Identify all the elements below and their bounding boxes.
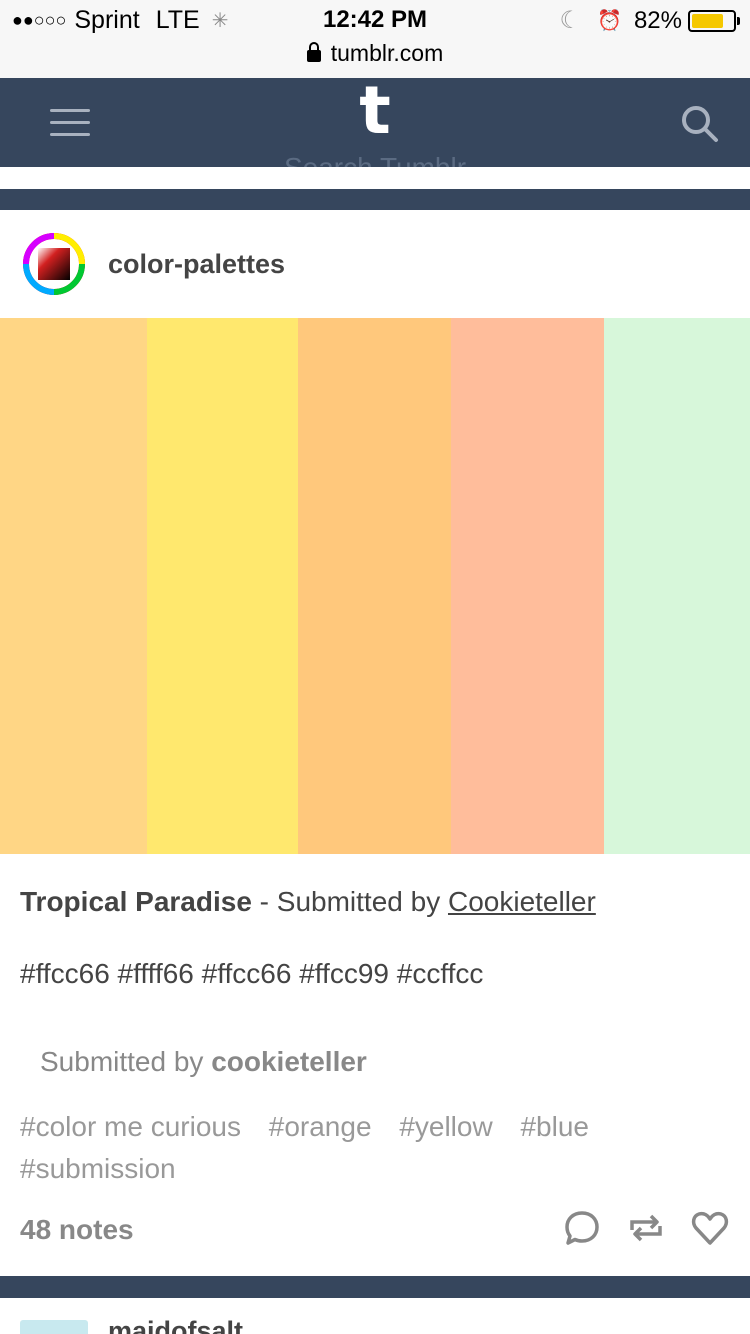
submitter-name[interactable]: cookieteller xyxy=(211,1046,367,1077)
submitter-link[interactable]: Cookieteller xyxy=(448,886,596,917)
heart-icon[interactable] xyxy=(690,1208,730,1248)
battery-level xyxy=(692,13,723,28)
comment-icon[interactable] xyxy=(562,1208,602,1248)
blog-name[interactable]: maidofsalt xyxy=(108,1316,243,1334)
tag-list: #color me curious #orange #yellow #blue … xyxy=(20,1106,720,1190)
tag[interactable]: #orange xyxy=(269,1111,372,1142)
divider xyxy=(0,1276,750,1298)
submission-credit: Submitted by cookieteller xyxy=(40,1046,367,1078)
battery-percent: 82% xyxy=(633,6,682,34)
swatch-3 xyxy=(298,318,451,854)
post-caption: Tropical Paradise - Submitted by Cookiet… xyxy=(20,886,596,918)
post-header: color-palettes xyxy=(20,230,285,298)
post-actions xyxy=(538,1208,730,1248)
palette-title: Tropical Paradise xyxy=(20,886,252,917)
tumblr-header: t Search Tumblr xyxy=(0,78,750,167)
battery-tip xyxy=(737,16,740,25)
alarm-icon: ⏰ xyxy=(597,10,622,32)
spacer xyxy=(0,167,750,189)
tag[interactable]: #blue xyxy=(520,1111,589,1142)
caption-separator: - Submitted by xyxy=(251,886,448,917)
url-text: tumblr.com xyxy=(330,40,444,66)
search-icon[interactable] xyxy=(680,104,720,144)
next-post-card: maidofsalt xyxy=(0,1298,750,1334)
blog-avatar[interactable] xyxy=(20,1320,88,1334)
swatch-2 xyxy=(147,318,298,854)
swatch-1 xyxy=(0,318,147,854)
swatch-4 xyxy=(451,318,604,854)
submitted-prefix: Submitted by xyxy=(40,1046,212,1077)
color-palette-image[interactable] xyxy=(0,318,750,854)
notes-count[interactable]: 48 notes xyxy=(20,1214,134,1246)
hex-codes: #ffcc66 #ffff66 #ffcc66 #ffcc99 #ccffcc xyxy=(20,958,484,989)
status-bar: ●●○○○ Sprint LTE ✳ 12:42 PM ☾ ⏰ 82% tumb… xyxy=(0,0,750,78)
moon-icon: ☾ xyxy=(559,7,582,34)
reblog-icon[interactable] xyxy=(626,1208,666,1248)
lock-icon xyxy=(306,42,321,62)
status-right: ☾ ⏰ 82% xyxy=(559,6,740,35)
divider xyxy=(0,189,750,210)
search-placeholder: Search Tumblr xyxy=(0,152,750,167)
tag[interactable]: #yellow xyxy=(399,1111,492,1142)
swatch-5 xyxy=(604,318,750,854)
post-card: color-palettes Tropical Paradise - Submi… xyxy=(0,210,750,1276)
blog-name[interactable]: color-palettes xyxy=(108,249,285,280)
address-bar[interactable]: tumblr.com xyxy=(0,40,750,67)
blog-avatar[interactable] xyxy=(20,230,88,298)
tag[interactable]: #submission xyxy=(20,1153,176,1184)
battery-icon xyxy=(688,9,740,32)
tumblr-logo[interactable]: t xyxy=(0,78,750,149)
tag[interactable]: #color me curious xyxy=(20,1111,241,1142)
